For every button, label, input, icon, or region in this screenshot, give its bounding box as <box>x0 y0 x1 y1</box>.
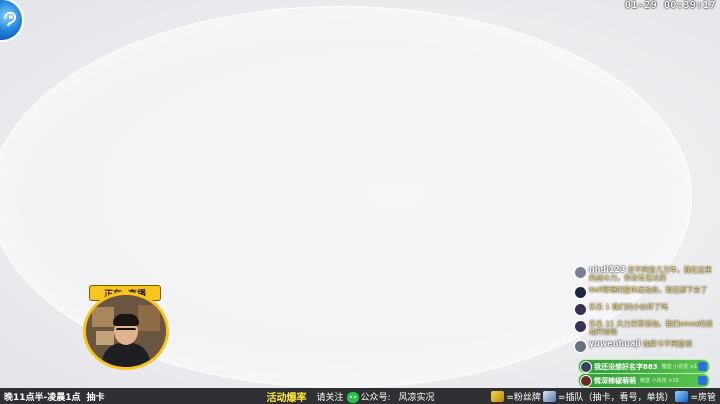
gift-sender: 情深辣椒萌萌 <box>594 376 636 385</box>
avatar <box>574 303 587 316</box>
gift-notification: 情深辣椒萌萌 赠送 小花花 ×10 <box>578 373 710 388</box>
stream-stage: 01-29 00:39:17 正在 直播 nhdi123 还不同意几万年，我在这… <box>0 0 720 388</box>
schedule-time: 晚11点半-凌晨1点 <box>4 392 81 403</box>
follow-prefix: 请关注 <box>316 392 344 403</box>
fan-badge-icon <box>491 390 505 402</box>
avatar <box>574 320 587 333</box>
avatar <box>574 286 587 299</box>
chat-username: nhdi123 <box>589 265 626 274</box>
chat-message: Nell管理的整体运动会，现在都下去了 <box>574 286 718 299</box>
schedule-item: 抽卡 <box>86 392 105 403</box>
gift-icon <box>698 362 707 371</box>
gift-notification: 我还没想好名字883 赠送 小花花 ×1 <box>578 359 710 374</box>
avatar <box>574 266 587 279</box>
follow-prompt: 请关注 公众号: <box>316 390 391 403</box>
account-name: 风凉实况 <box>398 392 435 403</box>
webcam-feed <box>83 292 169 370</box>
chat-message: nhdi123 还不同意几万年，我在这里的战斗力，你没有见过的 <box>574 266 718 282</box>
chat-username: yuwenhuaji <box>589 339 641 348</box>
chat-text: 抽奖卡不同意领 <box>642 340 692 348</box>
channel-logo-icon <box>0 0 22 40</box>
chat-text: 乐乐 11 大力日常活动，我们emoz的活动开始啦 <box>589 320 713 336</box>
chat-message: 乐乐 1 我们的小伙伴了吗 <box>574 303 718 316</box>
chat-text: Nell管理的整体运动会，现在都下去了 <box>589 286 708 294</box>
event-rate-label: 活动爆率 <box>266 392 307 404</box>
chat-text: 乐乐 1 我们的小伙伴了吗 <box>589 303 668 311</box>
avatar <box>574 340 587 353</box>
gift-detail: 赠送 小花花 ×1 <box>661 364 698 370</box>
gift-sender: 我还没想好名字883 <box>594 362 658 371</box>
danmaku-chat-panel: nhdi123 还不同意几万年，我在这里的战斗力，你没有见过的 Nell管理的整… <box>574 266 718 357</box>
gift-icon <box>698 376 707 385</box>
avatar <box>580 374 592 387</box>
legend-room: =房管 <box>690 392 716 403</box>
chat-message: 乐乐 11 大力日常活动，我们emoz的活动开始啦 <box>574 320 718 336</box>
room-admin-icon <box>675 390 689 402</box>
account-label: 公众号: <box>360 392 391 403</box>
chat-message: yuwenhuaji 抽奖卡不同意领 <box>574 340 718 353</box>
legend-fan: =粉丝牌 <box>506 392 541 403</box>
badge-legend: =粉丝牌 =插队（抽卡，看号，单挑） =房管 <box>491 390 716 403</box>
bottom-info-bar: 晚11点半-凌晨1点 抽卡 活动爆率 请关注 公众号: 风凉实况 =粉丝牌 =插队… <box>0 388 720 404</box>
datetime-readout: 01-29 00:39:17 <box>624 0 716 11</box>
wechat-icon <box>347 391 360 403</box>
gift-detail: 赠送 小花花 ×10 <box>640 378 679 384</box>
schedule-info: 晚11点半-凌晨1点 抽卡 <box>4 390 105 403</box>
legend-queue: =插队（抽卡，看号，单挑） <box>557 392 674 403</box>
queue-badge-icon <box>542 390 556 402</box>
avatar <box>580 360 592 373</box>
